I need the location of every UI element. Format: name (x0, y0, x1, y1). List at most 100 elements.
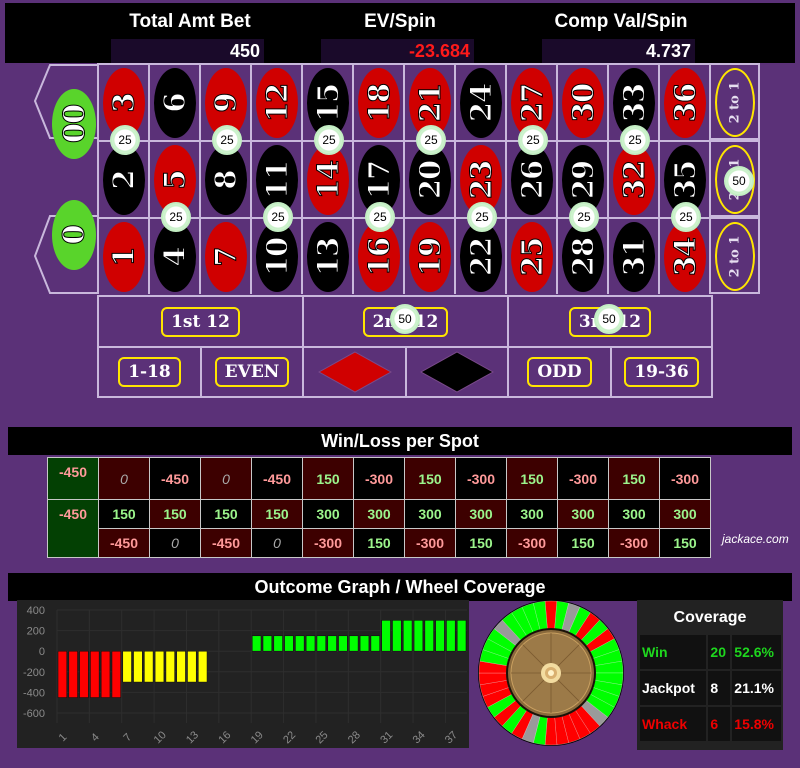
chip[interactable]: 25 (365, 202, 395, 232)
win-loss-cell: -300 (302, 528, 354, 558)
column-bet-3[interactable]: 2 to 1 (709, 63, 760, 140)
number-label: 28 (565, 237, 600, 277)
comp-val-label: Comp Val/Spin (554, 11, 688, 32)
win-loss-cell: 300 (557, 499, 609, 529)
number-label: 29 (565, 160, 600, 200)
number-36[interactable]: 36 (658, 63, 709, 140)
number-label: 2 (107, 170, 142, 190)
bar-5 (100, 650, 111, 698)
bar-24 (305, 635, 316, 652)
number-label: 9 (209, 93, 244, 113)
chip[interactable]: 25 (671, 202, 701, 232)
coverage-row-whack: Whack 6 15.8% (640, 707, 781, 741)
bar-8 (133, 650, 143, 683)
number-25[interactable]: 25 (505, 217, 556, 294)
number-31[interactable]: 31 (607, 217, 658, 294)
chip[interactable]: 25 (467, 202, 497, 232)
number-18[interactable]: 18 (352, 63, 403, 140)
win-loss-cell: 0 (98, 457, 150, 500)
win-loss-cell: -450 (200, 528, 252, 558)
win-loss-cell: 150 (200, 499, 252, 529)
win-loss-cell: -300 (608, 528, 660, 558)
total-amt-bet-label: Total Amt Bet (129, 11, 251, 32)
brand-link[interactable]: jackace.com (722, 532, 789, 546)
bar-2 (68, 650, 78, 698)
wheel-center (548, 670, 554, 676)
number-0[interactable]: 0 (52, 200, 96, 270)
bet-19-36[interactable]: 19-36 (610, 346, 713, 398)
number-label: 6 (158, 93, 193, 113)
dozen-1st-12[interactable]: 1st 12 (97, 295, 302, 346)
win-loss-cell: 150 (98, 499, 150, 529)
bet-even-label: EVEN (214, 357, 290, 387)
number-oval: 22 (460, 222, 502, 292)
number-label: 11 (259, 160, 294, 200)
number-6[interactable]: 6 (148, 63, 199, 140)
chip[interactable]: 25 (263, 202, 293, 232)
bar-21 (273, 635, 283, 652)
number-1[interactable]: 1 (97, 217, 148, 294)
win-loss-table: -450 0 -450 0 -450 150 -300 150 -300 150 -300 150 -3… (47, 457, 711, 558)
bet-black[interactable] (405, 346, 507, 398)
column-bet-oval: 2 to 1 (715, 222, 755, 291)
number-label: 16 (361, 237, 396, 277)
y-tick-label: 0 (39, 646, 45, 658)
coverage-win-pct: 52.6% (732, 635, 781, 669)
number-label: 3 (107, 93, 142, 113)
number-7[interactable]: 7 (199, 217, 250, 294)
chip[interactable]: 25 (518, 125, 548, 155)
number-label: 10 (259, 237, 294, 277)
number-label: 34 (667, 237, 702, 277)
number-13[interactable]: 13 (301, 217, 352, 294)
bar-10 (154, 650, 165, 683)
win-loss-cell: 150 (659, 528, 711, 558)
wheel-coverage (478, 600, 624, 746)
number-label: 13 (310, 237, 345, 277)
column-bet-oval: 2 to 1 (715, 68, 755, 137)
chip[interactable]: 25 (314, 125, 344, 155)
win-loss-cell: -300 (455, 457, 507, 500)
bar-6 (111, 650, 122, 698)
chip[interactable]: 25 (161, 202, 191, 232)
coverage-panel: Coverage Win 20 52.6% Jackpot 8 21.1% Wh… (637, 600, 783, 750)
chip[interactable]: 25 (569, 202, 599, 232)
bet-1-18[interactable]: 1-18 (97, 346, 200, 398)
coverage-whack-label: Whack (640, 707, 707, 741)
number-oval: 25 (511, 222, 553, 292)
number-oval: 12 (256, 68, 298, 138)
win-loss-cell: 150 (302, 457, 354, 500)
number-30[interactable]: 30 (556, 63, 607, 140)
chip[interactable]: 25 (212, 125, 242, 155)
y-tick-label: 200 (27, 626, 45, 638)
number-label: 36 (667, 83, 702, 123)
bar-36 (435, 619, 445, 652)
number-label: 12 (259, 83, 294, 123)
chip[interactable]: 50 (390, 304, 420, 334)
x-tick-label: 4 (89, 731, 102, 744)
win-loss-cell: -300 (404, 528, 456, 558)
column-bet-1[interactable]: 2 to 1 (709, 217, 760, 294)
ev-spin-value: -23.684 (321, 39, 474, 63)
number-oval: 26 (511, 145, 553, 215)
number-12[interactable]: 12 (250, 63, 301, 140)
chip[interactable]: 25 (620, 125, 650, 155)
x-tick-label: 25 (313, 729, 330, 746)
column-bet-label: 2 to 1 (727, 81, 743, 124)
win-loss-cell: 150 (251, 499, 303, 529)
bar-4 (90, 650, 100, 698)
bar-14 (197, 650, 208, 683)
chip[interactable]: 50 (594, 304, 624, 334)
bet-even[interactable]: EVEN (200, 346, 302, 398)
chip[interactable]: 50 (724, 166, 754, 196)
chip[interactable]: 25 (110, 125, 140, 155)
chip[interactable]: 25 (416, 125, 446, 155)
number-oval: 20 (409, 145, 451, 215)
bet-red[interactable] (302, 346, 405, 398)
x-tick-label: 7 (121, 731, 134, 744)
number-24[interactable]: 24 (454, 63, 505, 140)
number-19[interactable]: 19 (403, 217, 454, 294)
bet-odd[interactable]: ODD (507, 346, 610, 398)
number-00[interactable]: 00 (52, 89, 96, 159)
number-label: 27 (514, 83, 549, 123)
win-loss-cell: 0 (251, 528, 303, 558)
